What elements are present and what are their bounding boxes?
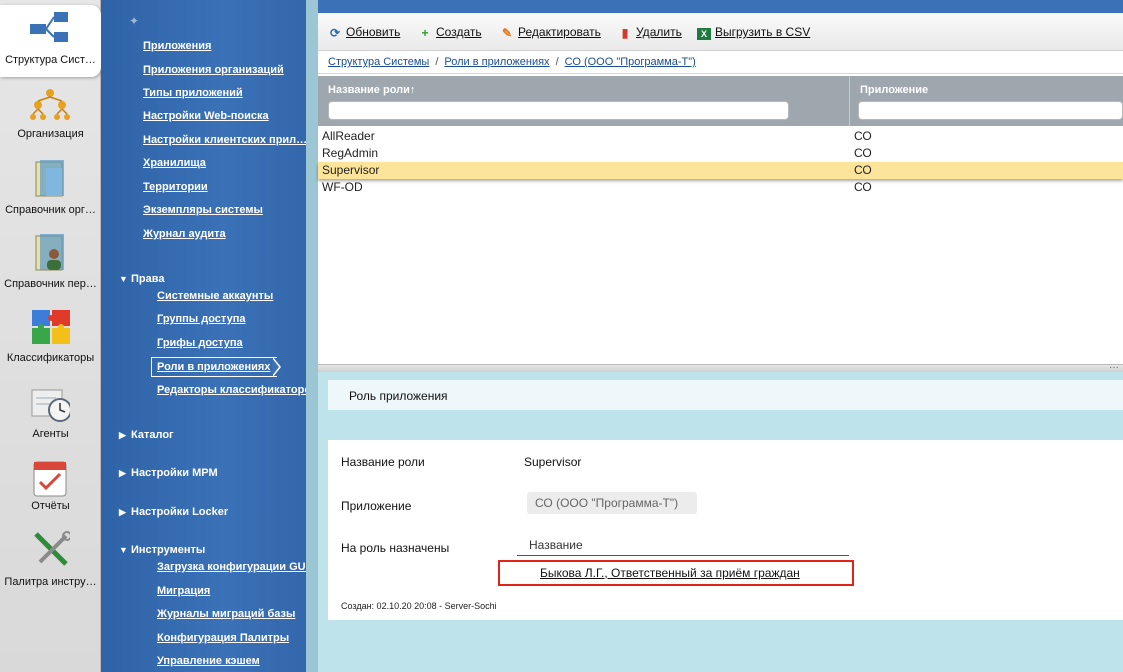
org-directory-icon: [35, 160, 64, 197]
nav-panel: ✦ Приложения Приложения организаций Типы…: [101, 0, 306, 672]
breadcrumb: Структура Системы / Роли в приложениях / СО …: [318, 52, 1123, 74]
nav-link-territories[interactable]: Территории: [143, 181, 208, 193]
assigned-column-header: Название: [517, 536, 849, 556]
rail-item-classifiers[interactable]: Классификаторы: [0, 306, 101, 376]
rail-label: Отчёты: [31, 500, 70, 512]
nav-link-web-search[interactable]: Настройки Web-поиска: [143, 110, 269, 122]
rail-item-org-directory[interactable]: Справочник орг…: [0, 158, 101, 228]
nav-link-app-roles[interactable]: Роли в приложениях: [157, 361, 270, 373]
excel-icon: X: [697, 28, 711, 40]
plus-icon: +: [421, 26, 429, 40]
nav-group-mpm[interactable]: ▶ Настройки МРМ: [119, 467, 218, 479]
system-structure-icon: [30, 12, 68, 42]
rail-item-person-directory[interactable]: Справочник пер…: [0, 232, 101, 302]
organization-icon: [30, 89, 70, 120]
rail-label: Справочник пер…: [4, 278, 97, 290]
create-button[interactable]: + Создать: [418, 25, 481, 40]
assigned-label: На роль назначены: [341, 541, 450, 555]
rail-label: Агенты: [32, 428, 69, 440]
role-name-value: Supervisor: [524, 455, 582, 469]
breadcrumb-item[interactable]: СО (ООО "Программа-Т"): [565, 56, 696, 68]
table-row[interactable]: WF-OD СО: [318, 179, 1123, 196]
nav-link-classifier-editors[interactable]: Редакторы классификаторов: [157, 384, 306, 396]
grid-header: Название роли↑ Приложение: [318, 76, 1123, 126]
nav-link-applications[interactable]: Приложения: [143, 40, 211, 52]
application-value: СО (ООО "Программа-Т"): [527, 492, 697, 514]
breadcrumb-item[interactable]: Роли в приложениях: [444, 56, 549, 68]
column-role-name[interactable]: Название роли↑: [318, 76, 849, 126]
application-filter-input[interactable]: [858, 101, 1123, 120]
report-icon: [33, 461, 67, 497]
rail-label: Организация: [17, 128, 84, 140]
role-form: Название роли Supervisor Приложение СО (…: [328, 440, 1123, 620]
refresh-button[interactable]: ⟳ Обновить: [328, 25, 400, 39]
app-rail: Структура Сист… Организация Справочник о…: [0, 0, 101, 672]
top-bar: [318, 0, 1123, 13]
nav-link-access-labels[interactable]: Грифы доступа: [157, 337, 243, 349]
table-row[interactable]: AllReader СО: [318, 128, 1123, 145]
toolbar: ⟳ Обновить + Создать ✎ Редактировать ▮ Удали…: [318, 13, 1123, 51]
nav-link-storages[interactable]: Хранилища: [143, 157, 206, 169]
nav-group-rights[interactable]: ▼ Права: [119, 273, 164, 285]
main-area: ⟳ Обновить + Создать ✎ Редактировать ▮ Удали…: [318, 0, 1123, 672]
created-info: Создан: 02.10.20 20:08 - Server-Sochi: [341, 601, 497, 611]
nav-link-client-settings[interactable]: Настройки клиентских прил…: [143, 134, 306, 146]
assigned-item-link[interactable]: Быкова Л.Г., Ответственный за приём граж…: [540, 566, 800, 580]
nav-link-cache-management[interactable]: Управление кэшем: [157, 655, 260, 667]
clock-icon: [31, 389, 70, 422]
rail-item-agents[interactable]: Агенты: [0, 384, 101, 454]
nav-group-locker[interactable]: ▶ Настройки Locker: [119, 506, 228, 518]
column-application[interactable]: Приложение: [850, 76, 1123, 126]
nav-link-gui-config[interactable]: Загрузка конфигурации GUI: [157, 561, 306, 573]
puzzle-icon: [32, 310, 70, 344]
rail-item-system-structure[interactable]: Структура Сист…: [0, 8, 101, 78]
pin-icon[interactable]: ✦: [129, 14, 139, 28]
detail-title: Роль приложения: [328, 380, 1123, 410]
trash-icon: ▮: [621, 26, 629, 40]
table-row[interactable]: RegAdmin СО: [318, 145, 1123, 162]
rail-label: Справочник орг…: [5, 204, 96, 216]
rail-label: Классификаторы: [6, 352, 95, 364]
nav-link-access-groups[interactable]: Группы доступа: [157, 313, 245, 325]
person-directory-icon: [35, 234, 64, 271]
nav-link-system-instances[interactable]: Экземпляры системы: [143, 204, 263, 216]
role-name-label: Название роли: [341, 455, 425, 469]
application-label: Приложение: [341, 499, 412, 513]
tools-icon: [34, 531, 70, 566]
refresh-icon: ⟳: [329, 26, 341, 40]
nav-link-migration[interactable]: Миграция: [157, 585, 210, 597]
expanded-icon: ▼: [119, 545, 128, 555]
rail-label: Структура Сист…: [5, 54, 96, 66]
highlight-box: Быкова Л.Г., Ответственный за приём граж…: [498, 560, 854, 586]
rail-item-tools-palette[interactable]: Палитра инстру…: [0, 530, 101, 600]
table-row-selected[interactable]: Supervisor СО: [318, 162, 1123, 179]
rail-item-organization[interactable]: Организация: [0, 88, 101, 158]
panel-splitter[interactable]: [306, 0, 318, 672]
rail-item-reports[interactable]: Отчёты: [0, 458, 101, 528]
nav-link-app-types[interactable]: Типы приложений: [143, 87, 243, 99]
collapsed-icon: ▶: [119, 430, 126, 440]
detail-panel: Роль приложения Название роли Supervisor…: [318, 372, 1123, 672]
pencil-icon: ✎: [501, 26, 513, 40]
collapsed-icon: ▶: [119, 468, 126, 478]
breadcrumb-item[interactable]: Структура Системы: [328, 56, 429, 68]
expanded-icon: ▼: [119, 274, 128, 284]
nav-link-org-applications[interactable]: Приложения организаций: [143, 64, 284, 76]
horizontal-splitter[interactable]: ···: [318, 362, 1123, 373]
export-csv-button[interactable]: X Выгрузить в CSV: [697, 25, 810, 40]
nav-group-tools[interactable]: ▼ Инструменты: [119, 544, 205, 556]
collapsed-icon: ▶: [119, 507, 126, 517]
nav-link-audit-log[interactable]: Журнал аудита: [143, 228, 226, 240]
rail-label: Палитра инстру…: [4, 576, 97, 588]
nav-link-migration-logs[interactable]: Журналы миграций базы: [157, 608, 295, 620]
nav-group-catalog[interactable]: ▶ Каталог: [119, 429, 174, 441]
role-name-filter-input[interactable]: [328, 101, 789, 120]
nav-link-palette-config[interactable]: Конфигурация Палитры: [157, 632, 289, 644]
delete-button[interactable]: ▮ Удалить: [618, 25, 682, 39]
nav-link-system-accounts[interactable]: Системные аккаунты: [157, 290, 273, 302]
edit-button[interactable]: ✎ Редактировать: [500, 25, 601, 39]
